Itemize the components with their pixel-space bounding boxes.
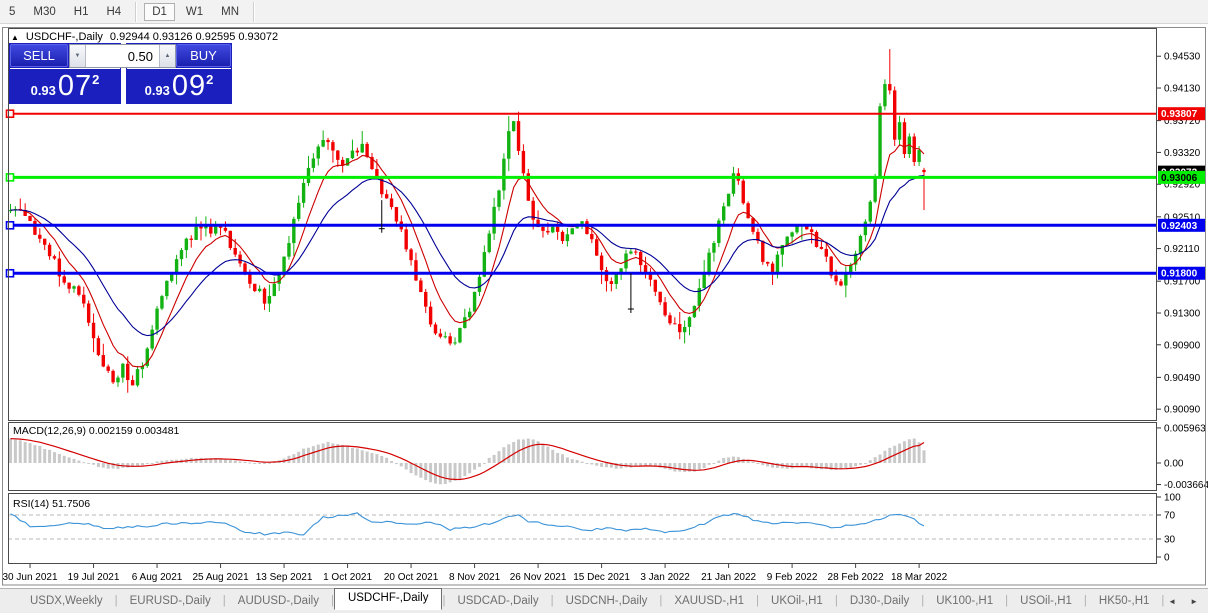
buy-price-big: 09: [172, 71, 206, 101]
horizontal-level-lines[interactable]: [7, 110, 1157, 277]
buy-price: 0.93 09 2: [126, 69, 232, 104]
macd-name: MACD(12,26,9): [13, 425, 86, 437]
tab-eurusd-daily[interactable]: EURUSD-,Daily: [118, 592, 223, 610]
sell-button[interactable]: SELL: [10, 44, 68, 67]
volume-spinner: ▼ ▲: [69, 44, 176, 68]
macd-label: MACD(12,26,9) 0.002159 0.003481: [13, 425, 179, 437]
svg-text:30 Jun 2021: 30 Jun 2021: [3, 572, 58, 583]
svg-text:0.92110: 0.92110: [1164, 244, 1200, 255]
volume-increase-button[interactable]: ▲: [159, 45, 175, 67]
chart-title: ▲ USDCHF-,Daily 0.92944 0.93126 0.92595 …: [11, 31, 278, 43]
tab-audusd-daily[interactable]: AUDUSD-,Daily: [226, 592, 331, 610]
chart-ohlc: 0.92944 0.93126 0.92595 0.93072: [110, 31, 278, 43]
svg-text:19 Jul 2021: 19 Jul 2021: [68, 572, 120, 583]
svg-text:15 Dec 2021: 15 Dec 2021: [573, 572, 630, 583]
svg-text:28 Feb 2022: 28 Feb 2022: [828, 572, 885, 583]
tab-usoil-h1[interactable]: USOil-,H1: [1008, 592, 1084, 610]
svg-text:30: 30: [1164, 535, 1176, 546]
level-price-label[interactable]: 0.92403: [1158, 219, 1206, 232]
mt4-window: 5M30H1H4D1W1MN 0.945300.941300.937200.93…: [0, 0, 1208, 613]
level-price-label[interactable]: 0.93006: [1158, 171, 1206, 184]
tab-dj30-daily[interactable]: DJ30-,Daily: [838, 592, 921, 610]
rsi-panel: 100 70 30 0: [8, 493, 1181, 564]
svg-text:6 Aug 2021: 6 Aug 2021: [132, 572, 183, 583]
svg-text:-0.003664: -0.003664: [1164, 480, 1208, 491]
svg-text:0.93807: 0.93807: [1161, 109, 1198, 120]
one-click-trading-panel: SELL 0.93 07 2 BUY 0.93 09 2 ▼ ▲: [9, 43, 232, 104]
svg-text:0.91300: 0.91300: [1164, 308, 1201, 319]
tab-scroll-right-icon[interactable]: ►: [1190, 597, 1198, 606]
buy-price-prefix: 0.93: [145, 83, 170, 98]
svg-text:0.91800: 0.91800: [1161, 269, 1198, 280]
svg-text:9 Feb 2022: 9 Feb 2022: [767, 572, 818, 583]
sell-price-big: 07: [58, 71, 92, 101]
svg-text:21 Jan 2022: 21 Jan 2022: [701, 572, 756, 583]
svg-text:18 Mar 2022: 18 Mar 2022: [891, 572, 948, 583]
level-price-label[interactable]: 0.91800: [1158, 267, 1206, 280]
svg-text:20 Oct 2021: 20 Oct 2021: [384, 572, 439, 583]
tab-separator: |: [1161, 595, 1164, 607]
svg-text:8 Nov 2021: 8 Nov 2021: [449, 572, 501, 583]
tab-hk50-h1[interactable]: HK50-,H1: [1087, 592, 1162, 610]
sell-price-sup: 2: [92, 72, 99, 87]
svg-text:26 Nov 2021: 26 Nov 2021: [510, 572, 567, 583]
svg-text:0.93320: 0.93320: [1164, 148, 1201, 159]
svg-text:25 Aug 2021: 25 Aug 2021: [192, 572, 249, 583]
tab-usdchf-daily[interactable]: USDCHF-,Daily: [334, 588, 443, 610]
macd-panel: 0.005963 0.00 -0.003664: [9, 423, 1208, 491]
tab-usdcad-daily[interactable]: USDCAD-,Daily: [445, 592, 550, 610]
macd-values: 0.002159 0.003481: [89, 425, 180, 437]
rsi-value: 51.7506: [52, 498, 90, 510]
date-axis: 30 Jun 2021 19 Jul 2021 6 Aug 2021 25 Aug 2…: [3, 563, 948, 583]
tab-scroll-left-icon[interactable]: ◄: [1168, 597, 1176, 606]
rsi-name: RSI(14): [13, 498, 49, 510]
volume-input[interactable]: [86, 45, 159, 67]
sell-price-prefix: 0.93: [31, 83, 56, 98]
svg-text:3 Jan 2022: 3 Jan 2022: [640, 572, 690, 583]
svg-text:0.00: 0.00: [1164, 459, 1184, 470]
buy-price-sup: 2: [206, 72, 213, 87]
svg-text:0.94130: 0.94130: [1164, 84, 1201, 95]
chart-tab-bar: USDX,Weekly|EURUSD-,Daily|AUDUSD-,Daily|…: [0, 588, 1208, 613]
rsi-label: RSI(14) 51.7506: [13, 498, 90, 510]
tab-ukoil-h1[interactable]: UKOil-,H1: [759, 592, 835, 610]
tab-uk100-h1[interactable]: UK100-,H1: [924, 592, 1005, 610]
tab-usdcnh-daily[interactable]: USDCNH-,Daily: [554, 592, 660, 610]
svg-text:0.005963: 0.005963: [1164, 423, 1206, 434]
svg-text:0.90900: 0.90900: [1164, 340, 1201, 351]
svg-text:0: 0: [1164, 553, 1170, 564]
tab-xauusd-h1[interactable]: XAUUSD-,H1: [662, 592, 756, 610]
chart-symbol: USDCHF-,Daily: [26, 31, 103, 43]
svg-text:70: 70: [1164, 511, 1176, 522]
svg-text:100: 100: [1164, 493, 1181, 504]
collapse-triangle-icon[interactable]: ▲: [11, 33, 19, 42]
tab-usdx-weekly[interactable]: USDX,Weekly: [18, 592, 115, 610]
buy-button[interactable]: BUY: [176, 44, 231, 67]
level-price-label[interactable]: 0.93807: [1158, 107, 1206, 120]
sell-price: 0.93 07 2: [9, 69, 121, 104]
volume-decrease-button[interactable]: ▼: [70, 45, 86, 67]
svg-text:0.90090: 0.90090: [1164, 405, 1201, 416]
svg-text:13 Sep 2021: 13 Sep 2021: [256, 572, 313, 583]
svg-text:1 Oct 2021: 1 Oct 2021: [323, 572, 372, 583]
price-axis: 0.945300.941300.937200.933200.929200.925…: [1157, 52, 1201, 416]
svg-text:0.93006: 0.93006: [1161, 173, 1198, 184]
svg-text:0.92403: 0.92403: [1161, 221, 1198, 232]
svg-text:0.90490: 0.90490: [1164, 373, 1201, 384]
svg-text:0.94530: 0.94530: [1164, 52, 1201, 63]
tab-scroll-arrows: ◄►: [1168, 597, 1198, 606]
